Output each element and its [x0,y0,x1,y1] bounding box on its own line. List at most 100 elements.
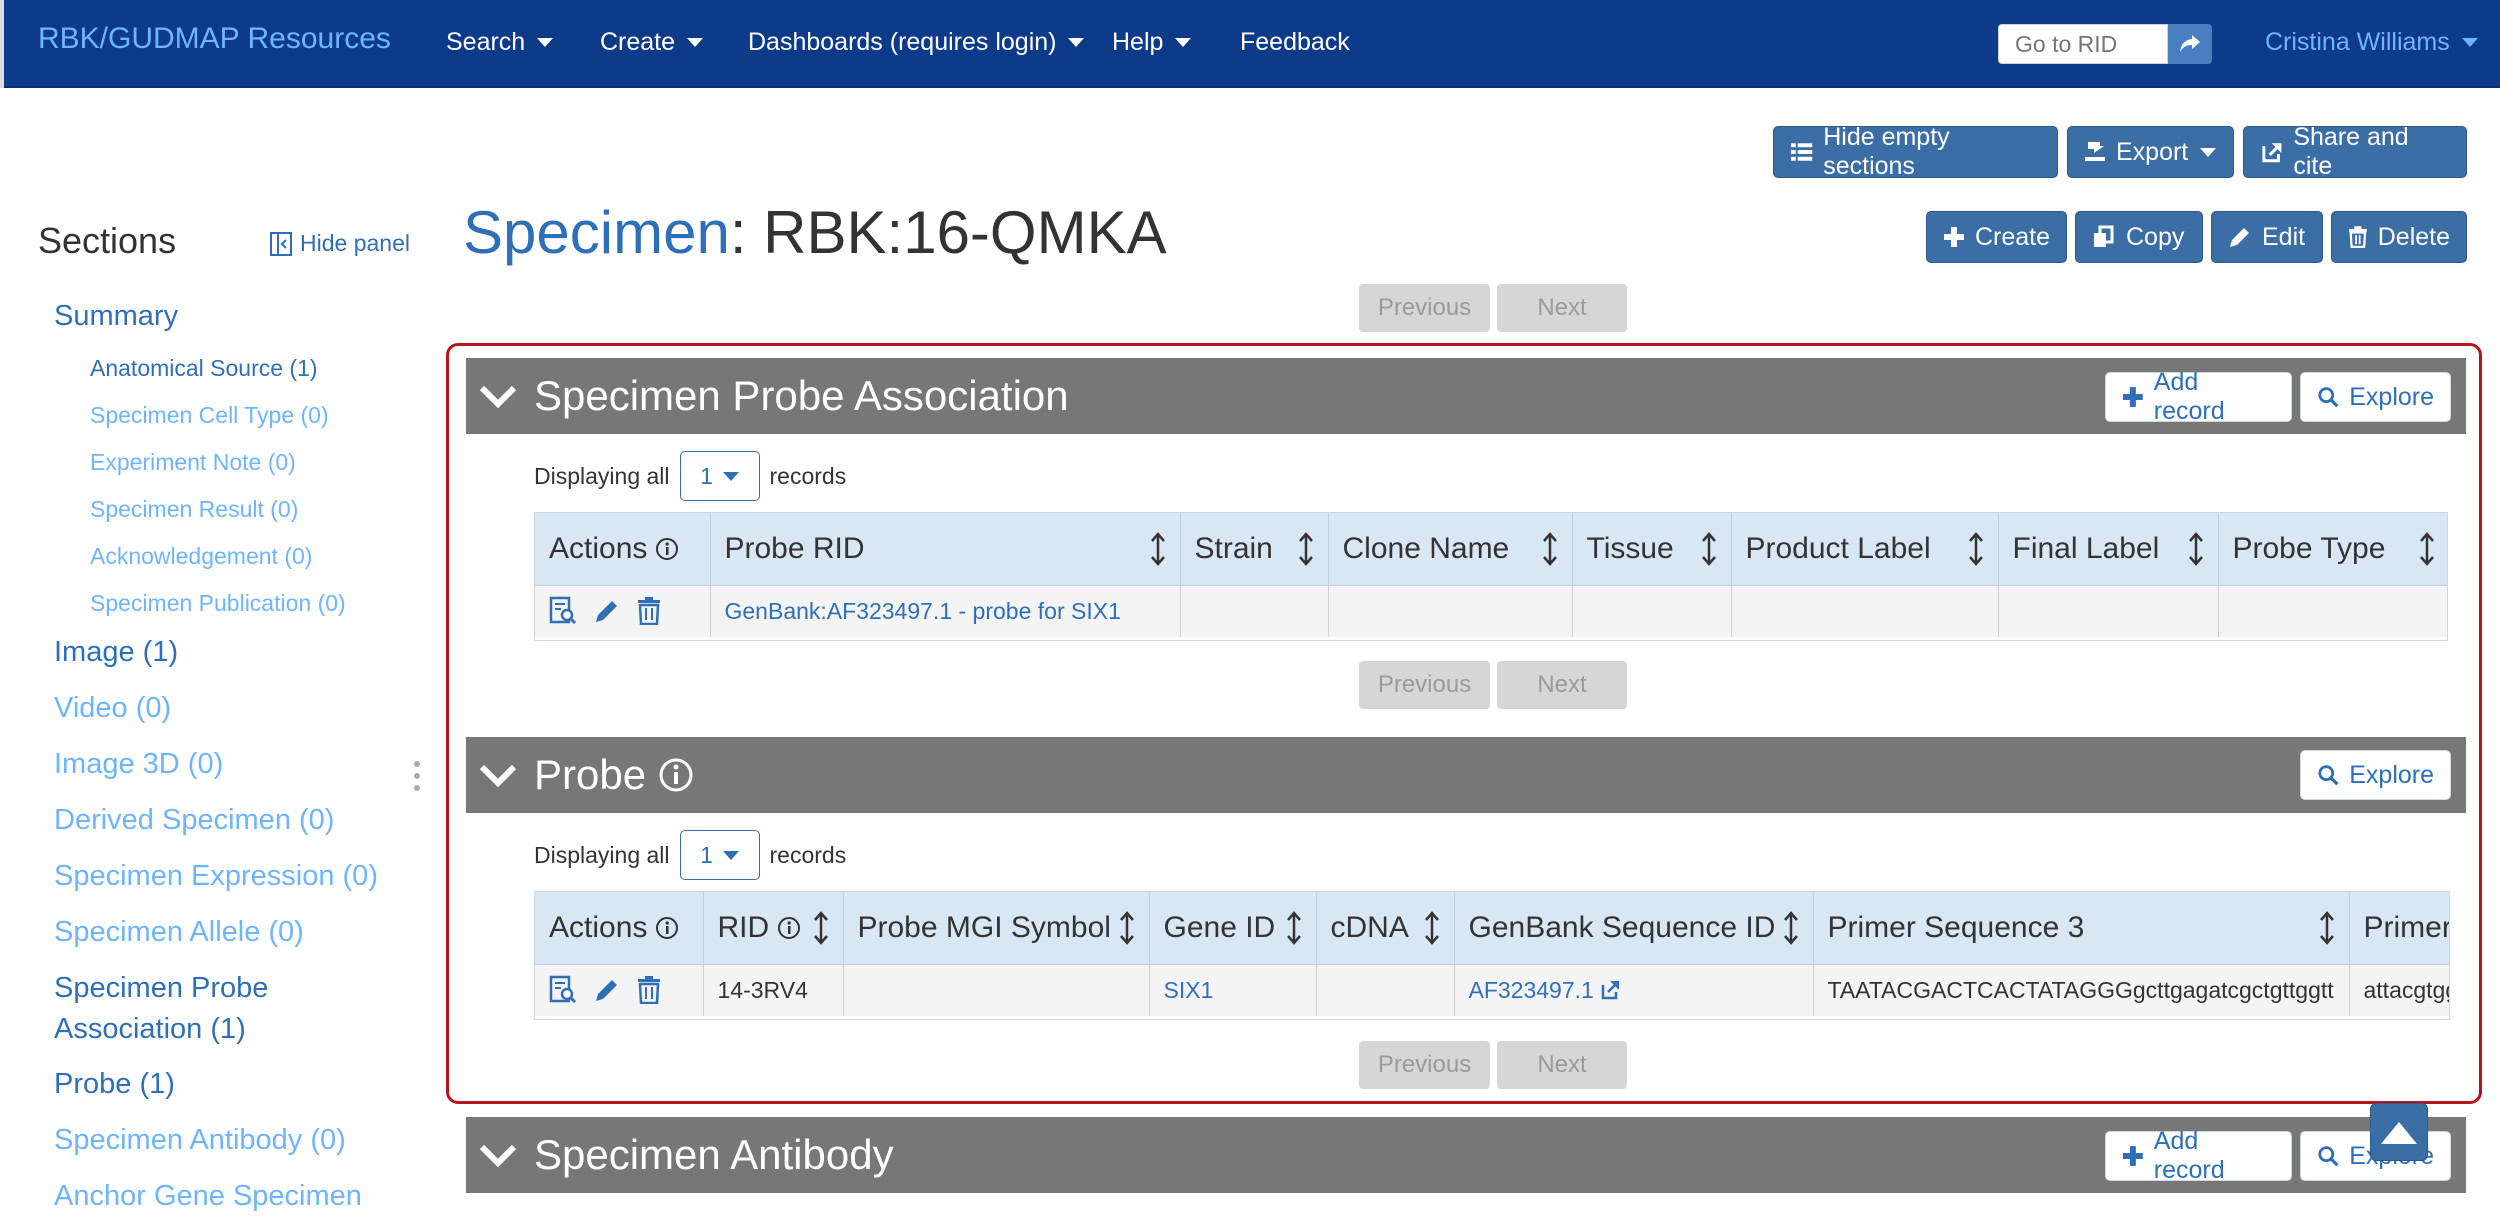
column-header-rid[interactable]: RID [703,892,844,965]
sort-icon[interactable] [1286,910,1302,945]
column-header-probe-type[interactable]: Probe Type [2218,513,2447,586]
collapse-panel-icon [270,231,292,256]
edit-label: Edit [2262,222,2306,251]
nav-help-menu[interactable]: Help [1112,28,1192,57]
explore-button[interactable]: Explore [2300,372,2451,422]
toc-specimen-antibody[interactable]: Specimen Antibody (0) [54,1120,346,1161]
view-details-icon[interactable] [549,975,577,1005]
column-header-probe-mgi-symbol[interactable]: Probe MGI Symbol [843,892,1150,965]
sort-icon[interactable] [1424,910,1440,945]
gene-id-link[interactable]: SIX1 [1164,977,1214,1003]
window-edge [0,0,4,88]
probe-rid-link[interactable]: GenBank:AF323497.1 - probe for SIX1 [725,598,1121,624]
sort-icon[interactable] [1150,531,1166,566]
info-icon[interactable] [658,757,694,793]
column-header-primer-sequence-3[interactable]: Primer Sequence 3 [1813,892,2350,965]
sort-icon[interactable] [1968,531,1984,566]
trash-icon[interactable] [637,976,661,1005]
next-button[interactable]: Next [1497,284,1627,332]
share-and-cite-button[interactable]: Share and cite [2243,123,2467,180]
toc-image[interactable]: Image (1) [54,632,178,673]
previous-button[interactable]: Previous [1359,661,1490,709]
nav-dashboards-menu[interactable]: Dashboards (requires login) [748,28,1085,57]
toc-image-3d[interactable]: Image 3D (0) [54,744,223,785]
column-label: Tissue [1586,531,1674,565]
sort-icon[interactable] [2419,531,2435,566]
nav-dashboards-label: Dashboards (requires login) [748,28,1057,56]
copy-button[interactable]: Copy [2075,211,2203,263]
column-header-product-label[interactable]: Product Label [1731,513,1999,586]
explore-button[interactable]: Explore [2300,750,2451,800]
column-header-primer[interactable]: Primer [2349,892,2449,965]
toc-specimen-allele[interactable]: Specimen Allele (0) [54,912,304,953]
go-to-rid-input[interactable] [1998,24,2168,64]
page-size-select[interactable]: 1 [679,451,760,501]
add-record-button[interactable]: Add record [2105,1127,2292,1184]
info-icon[interactable] [655,916,679,940]
trash-icon[interactable] [637,597,661,626]
sort-icon[interactable] [813,910,829,945]
toc-experiment-note[interactable]: Experiment Note (0) [90,446,296,478]
edit-button[interactable]: Edit [2211,211,2323,263]
next-button[interactable]: Next [1497,1041,1627,1089]
info-icon[interactable] [655,537,679,561]
scroll-to-top-button[interactable] [2370,1103,2428,1161]
create-button[interactable]: Create [1926,211,2067,263]
table-name-link[interactable]: Specimen [463,199,730,266]
column-header-genbank-sequence-id[interactable]: GenBank Sequence ID [1454,892,1814,965]
hide-panel-button[interactable]: Hide panel [270,230,410,257]
panel-resize-handle[interactable] [413,760,421,792]
nav-feedback-link[interactable]: Feedback [1240,28,1350,57]
toc-specimen-probe-association[interactable]: Specimen Probe [54,968,268,1009]
pencil-icon[interactable] [593,976,621,1004]
sort-icon[interactable] [1783,910,1799,945]
hide-empty-sections-button[interactable]: Hide empty sections [1773,123,2058,180]
sort-icon[interactable] [2188,531,2204,566]
previous-button[interactable]: Previous [1359,284,1490,332]
section-header-probe[interactable]: Probe [466,737,2466,813]
toc-anchor-gene-specimen[interactable]: Anchor Gene Specimen [54,1176,362,1217]
column-header-clone-name[interactable]: Clone Name [1328,513,1573,586]
previous-button[interactable]: Previous [1359,1041,1490,1089]
toc-video[interactable]: Video (0) [54,688,171,729]
next-button[interactable]: Next [1497,661,1627,709]
caret-down-icon [1175,38,1192,47]
toc-acknowledgement[interactable]: Acknowledgement (0) [90,540,312,572]
column-header-tissue[interactable]: Tissue [1572,513,1732,586]
toc-specimen-cell-type[interactable]: Specimen Cell Type (0) [90,399,329,431]
sort-icon[interactable] [1119,910,1135,945]
toc-summary[interactable]: Summary [54,296,178,337]
nav-create-menu[interactable]: Create [600,28,704,57]
pencil-icon[interactable] [593,597,621,625]
column-header-final-label[interactable]: Final Label [1998,513,2219,586]
toc-specimen-publication[interactable]: Specimen Publication (0) [90,587,346,619]
toc-probe[interactable]: Probe (1) [54,1064,175,1105]
column-header-strain[interactable]: Strain [1180,513,1329,586]
go-to-rid-button[interactable] [2168,24,2212,64]
export-icon [2085,142,2105,161]
genbank-link[interactable]: AF323497.1 [1469,977,1620,1004]
brand-link[interactable]: RBK/GUDMAP Resources [38,22,391,56]
page-size-select[interactable]: 1 [679,830,760,880]
info-icon[interactable] [777,916,801,940]
column-header-probe-rid[interactable]: Probe RID [710,513,1181,586]
display-prefix: Displaying all [534,841,670,868]
column-label: Product Label [1745,531,1931,565]
sort-icon[interactable] [1542,531,1558,566]
nav-search-menu[interactable]: Search [446,28,554,57]
export-button[interactable]: Export [2067,126,2234,178]
toc-derived-specimen[interactable]: Derived Specimen (0) [54,800,334,841]
user-menu[interactable]: Cristina Williams [2265,28,2478,57]
column-header-gene-id[interactable]: Gene ID [1149,892,1317,965]
delete-button[interactable]: Delete [2331,211,2467,263]
add-record-button[interactable]: Add record [2105,368,2292,425]
toc-specimen-expression[interactable]: Specimen Expression (0) [54,856,378,897]
toc-anatomical-source[interactable]: Anatomical Source (1) [90,352,318,384]
column-header-cdna[interactable]: cDNA [1316,892,1455,965]
view-details-icon[interactable] [549,596,577,626]
toc-specimen-result[interactable]: Specimen Result (0) [90,493,298,525]
toc-specimen-probe-association-line2[interactable]: Association (1) [54,1009,246,1050]
sort-icon[interactable] [1298,531,1314,566]
sort-icon[interactable] [2319,910,2335,945]
sort-icon[interactable] [1701,531,1717,566]
